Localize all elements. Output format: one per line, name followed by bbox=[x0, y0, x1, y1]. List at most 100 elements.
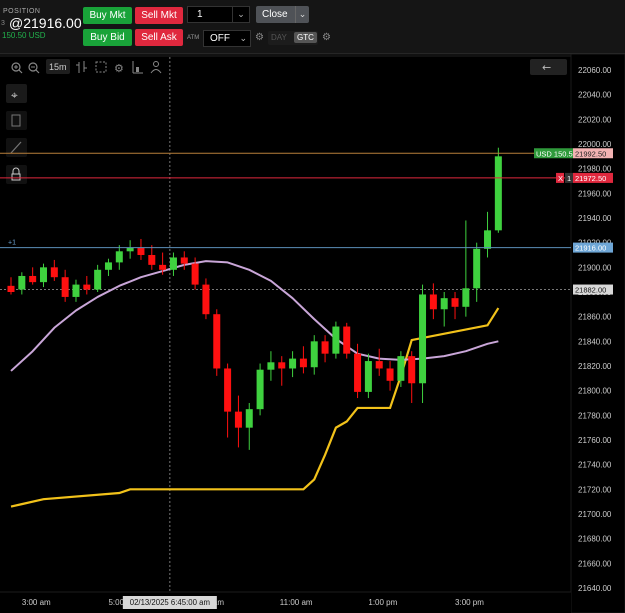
crosshair-price-tag[interactable]: 21882.00 bbox=[573, 284, 613, 295]
chart-settings-gear-icon[interactable]: ⚙ bbox=[114, 62, 124, 75]
candle-body bbox=[440, 298, 448, 310]
crosshair-price-tag-text: 21882.00 bbox=[575, 286, 606, 295]
candle-body bbox=[104, 262, 112, 270]
price-tick-label: 21960.00 bbox=[578, 189, 612, 198]
close-label: Close bbox=[262, 9, 288, 20]
price-tick-label: 22060.00 bbox=[578, 66, 612, 75]
candle-body bbox=[473, 248, 481, 289]
quantity-selector[interactable]: 1 ⌄ bbox=[187, 6, 250, 23]
candle-body bbox=[202, 284, 210, 315]
candle-body bbox=[29, 275, 37, 283]
candle-body bbox=[494, 156, 502, 231]
candle-body bbox=[50, 267, 58, 278]
chevron-down-icon[interactable]: ⌄ bbox=[232, 7, 249, 22]
position-side-marker: 3 bbox=[1, 20, 5, 27]
target-pl-tag[interactable]: USD 150.50 bbox=[534, 148, 577, 159]
buy-market-button[interactable]: Buy Mkt bbox=[83, 7, 132, 24]
tif-settings-gear-icon[interactable]: ⚙ bbox=[322, 32, 331, 43]
price-tick-label: 21820.00 bbox=[578, 362, 612, 371]
price-chart[interactable]: 15m ⚙ ← ⌖ 22060.0022040.0022020.0022000.… bbox=[0, 54, 625, 613]
candle-body bbox=[451, 298, 459, 307]
candle-body bbox=[375, 361, 383, 369]
atm-selector[interactable]: OFF ⌄ bbox=[203, 30, 251, 47]
candle-body bbox=[72, 284, 80, 297]
price-tick-label: 21980.00 bbox=[578, 165, 612, 174]
entry-price-tag-text: 21916.00 bbox=[575, 244, 606, 253]
price-tick-label: 21740.00 bbox=[578, 461, 612, 470]
atm-settings-gear-icon[interactable]: ⚙ bbox=[255, 32, 264, 43]
stop-price-tag[interactable]: 21972.50 bbox=[573, 172, 613, 183]
stop-price-tag-text: 21972.50 bbox=[575, 174, 606, 183]
atm-value: OFF bbox=[210, 33, 230, 44]
candle-body bbox=[137, 247, 145, 255]
candle-body bbox=[462, 288, 470, 307]
candle bbox=[343, 322, 351, 359]
buy-bid-button[interactable]: Buy Bid bbox=[83, 29, 132, 46]
price-tick-label: 22020.00 bbox=[578, 115, 612, 124]
interval-label: 15m bbox=[49, 62, 67, 72]
candle bbox=[213, 309, 221, 376]
price-tick-label: 22000.00 bbox=[578, 140, 612, 149]
candle bbox=[494, 147, 502, 233]
price-tick-label: 21720.00 bbox=[578, 485, 612, 494]
sell-market-button[interactable]: Sell Mkt bbox=[135, 7, 183, 24]
candle-body bbox=[169, 257, 177, 270]
candle-body bbox=[148, 255, 156, 265]
time-tick-label: 11:00 am bbox=[280, 598, 313, 607]
candle-body bbox=[310, 341, 318, 368]
price-tick-label: 22040.00 bbox=[578, 91, 612, 100]
order-toolbar: POSITION 3 @21916.00 150.50 USD Buy Mkt … bbox=[0, 0, 625, 54]
candle-body bbox=[94, 269, 102, 290]
candle-body bbox=[18, 275, 26, 290]
candle-body bbox=[159, 264, 167, 270]
candle-body bbox=[224, 368, 232, 412]
price-tick-label: 21640.00 bbox=[578, 584, 612, 593]
candle bbox=[332, 321, 340, 359]
candle-body bbox=[115, 251, 123, 263]
entry-qty-marker: +1 bbox=[8, 240, 16, 247]
candle-body bbox=[61, 277, 69, 297]
candle-body bbox=[126, 247, 134, 252]
candle-body bbox=[354, 353, 362, 392]
target-price-tag-text: 21992.50 bbox=[575, 149, 606, 158]
candle bbox=[256, 363, 264, 416]
candle-body bbox=[180, 257, 188, 264]
chevron-down-icon: ⌄ bbox=[239, 33, 247, 43]
crosshair-time-text: 02/13/2025 6:45:00 am bbox=[130, 598, 210, 607]
candle-body bbox=[213, 314, 221, 369]
entry-price-tag[interactable]: 21916.00 bbox=[573, 242, 613, 253]
sell-ask-button[interactable]: Sell Ask bbox=[135, 29, 183, 46]
ruler-tool[interactable] bbox=[6, 111, 27, 130]
time-tick-label: 1:00 pm bbox=[368, 598, 397, 607]
price-tick-label: 21700.00 bbox=[578, 510, 612, 519]
stop-cancel-tag-text: X bbox=[558, 174, 563, 183]
candle-body bbox=[364, 361, 372, 392]
price-tick-label: 21780.00 bbox=[578, 411, 612, 420]
price-tick-label: 21900.00 bbox=[578, 263, 612, 272]
crosshair-icon: ⌖ bbox=[11, 88, 18, 102]
price-tick-label: 21860.00 bbox=[578, 313, 612, 322]
tif-gtc-option[interactable]: GTC bbox=[294, 32, 317, 43]
quantity-value: 1 bbox=[197, 9, 203, 20]
candle-body bbox=[234, 411, 242, 428]
time-tick-label: 3:00 pm bbox=[455, 598, 484, 607]
candle-body bbox=[7, 285, 15, 292]
position-pl: 150.50 USD bbox=[2, 31, 46, 40]
target-pl-tag-text: USD 150.50 bbox=[536, 149, 577, 158]
candle-body bbox=[321, 341, 329, 354]
candle-body bbox=[397, 356, 405, 381]
candle-body bbox=[299, 358, 307, 368]
price-tick-label: 21800.00 bbox=[578, 387, 612, 396]
target-price-tag[interactable]: 21992.50 bbox=[573, 148, 613, 159]
chevron-down-icon[interactable]: ⌄ bbox=[295, 6, 309, 23]
tif-day-option[interactable]: DAY bbox=[271, 33, 287, 42]
time-in-force-toggle[interactable]: DAY GTC bbox=[268, 31, 318, 45]
candle-body bbox=[289, 358, 297, 369]
price-tick-label: 21680.00 bbox=[578, 535, 612, 544]
stop-cancel-tag[interactable]: X bbox=[556, 172, 564, 183]
candle-body bbox=[256, 369, 264, 410]
price-tick-label: 21760.00 bbox=[578, 436, 612, 445]
stop-qty-tag-text: 1 bbox=[567, 174, 571, 183]
close-position-button[interactable]: Close ⌄ bbox=[256, 6, 309, 23]
stop-qty-tag[interactable]: 1 bbox=[565, 172, 573, 183]
